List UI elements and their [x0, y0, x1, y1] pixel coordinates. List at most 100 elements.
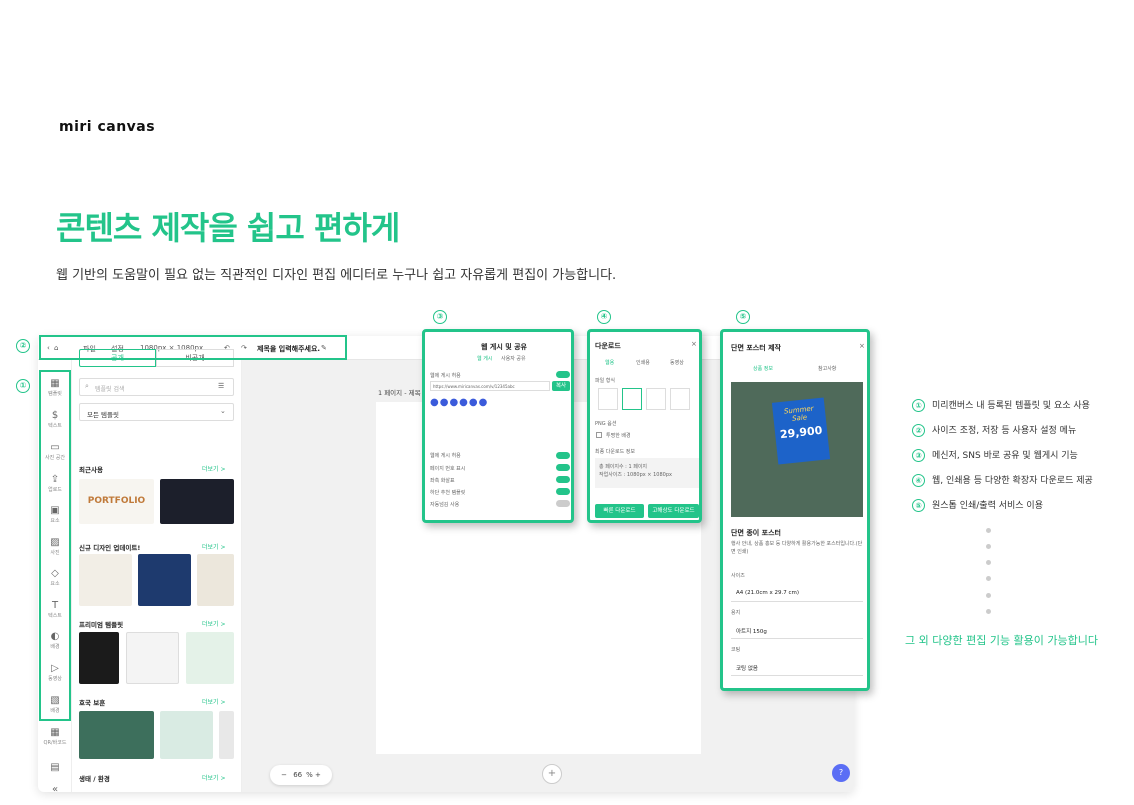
divider-dot: [986, 528, 991, 533]
search-icon: ⌕: [85, 382, 89, 390]
tab-user-share[interactable]: 사용자 공유: [501, 355, 526, 362]
coating-select[interactable]: 코팅 없음: [731, 658, 863, 676]
download-info-pages: 총 페이지수 : 1 페이지: [599, 464, 648, 470]
fast-download-button[interactable]: 빠른 다운로드: [595, 504, 644, 518]
section-new: 신규 디자인 업데이트!: [79, 544, 141, 552]
zoom-unit: %: [306, 771, 313, 779]
headline: 콘텐츠 제작을 쉽고 편하게: [56, 209, 400, 247]
option-label: 하단 추천 템플릿: [430, 490, 466, 496]
more-link-eco[interactable]: 더보기 >: [202, 773, 226, 782]
marker-5: ⑤: [736, 310, 750, 324]
product-desc: 행사 안내, 상품 홍보 등 다양하게 활용가능한 포스터입니다.(단면 인쇄): [731, 541, 863, 555]
file-type-label: 파일 형식: [595, 378, 615, 384]
template-thumb-portfolio[interactable]: PORTFOLIO: [79, 479, 154, 524]
zoom-control[interactable]: − 66% +: [270, 765, 332, 785]
tab-product-info[interactable]: 상품 정보: [753, 365, 773, 372]
option-label: 페이지 번호 표시: [430, 466, 466, 472]
template-thumb[interactable]: [160, 711, 213, 759]
marker-3: ③: [433, 310, 447, 324]
zoom-out-icon[interactable]: −: [281, 771, 287, 779]
help-button[interactable]: ?: [832, 764, 850, 782]
file-type-option-selected[interactable]: [622, 388, 642, 410]
option-label: 좌측 화살표: [430, 478, 455, 484]
promo-price: 29,900: [779, 423, 823, 442]
filter-icon[interactable]: ☰: [218, 382, 224, 390]
legend-item-2: ② 사이즈 조정, 저장 등 사용자 설정 메뉴: [912, 423, 1076, 437]
template-thumb[interactable]: [197, 554, 234, 606]
template-thumb-dark[interactable]: [160, 479, 234, 524]
template-thumb[interactable]: [138, 554, 191, 606]
option-toggle[interactable]: [556, 500, 570, 507]
transparent-checkbox[interactable]: [596, 432, 602, 438]
collapse-icon[interactable]: «: [38, 784, 72, 792]
more-features-text: 그 외 다양한 편집 기능 활용이 가능합니다: [905, 634, 1099, 647]
template-filter-select[interactable]: 모든 템플릿: [79, 403, 234, 421]
template-thumb[interactable]: [126, 632, 179, 684]
divider-dot: [986, 560, 991, 565]
highlight-rail: [39, 370, 71, 721]
tab-web-publish[interactable]: 웹 게시: [477, 355, 492, 362]
file-type-option[interactable]: [670, 388, 690, 410]
zoom-in-icon[interactable]: +: [315, 771, 321, 779]
template-thumb[interactable]: [79, 632, 119, 684]
option-toggle[interactable]: [556, 476, 570, 483]
divider-dot: [986, 576, 991, 581]
product-name: 단면 종이 포스터: [731, 529, 781, 537]
more-link-new[interactable]: 더보기 >: [202, 542, 226, 551]
paper-label: 용지: [731, 610, 741, 616]
sns-icons[interactable]: ●●●●●●: [430, 397, 488, 408]
download-title: 다운로드: [595, 342, 621, 350]
copy-button[interactable]: 복사: [552, 381, 570, 391]
section-recent: 최근사용: [79, 466, 103, 474]
close-icon[interactable]: ×: [691, 340, 697, 348]
tab-print[interactable]: 인쇄용: [636, 359, 650, 366]
download-info-title: 최종 다운로드 정보: [595, 449, 635, 455]
logo: miri canvas: [59, 119, 156, 135]
legend-marker: ③: [912, 449, 925, 462]
option-label: 자동넘김 사용: [430, 502, 460, 508]
legend-item-3: ③ 메신저, SNS 바로 공유 및 웹게시 기능: [912, 448, 1078, 462]
divider-dot: [986, 593, 991, 598]
more-link-premium[interactable]: 더보기 >: [202, 619, 226, 628]
add-page-button[interactable]: +: [542, 764, 562, 784]
more-link-recent[interactable]: 더보기 >: [202, 464, 226, 473]
transparent-label: 투명한 배경: [606, 433, 631, 439]
template-search-input[interactable]: 템플릿 검색: [79, 378, 234, 396]
tab-video[interactable]: 동영상: [670, 359, 684, 366]
template-thumb[interactable]: [79, 554, 132, 606]
rail-qr[interactable]: ▦ QR/바코드: [38, 727, 72, 746]
tab-web[interactable]: 웹용: [605, 359, 614, 366]
page-label: 1 페이지 - 제목: [378, 389, 421, 397]
template-thumb[interactable]: [219, 711, 234, 759]
option-toggle[interactable]: [556, 464, 570, 471]
marker-4: ④: [597, 310, 611, 324]
size-label: 사이즈: [731, 573, 745, 579]
section-premium: 프리미엄 템플릿: [79, 621, 124, 629]
legend-item-1: ① 미리캔버스 내 등록된 템플릿 및 요소 사용: [912, 398, 1090, 412]
qr-icon: ▦: [50, 727, 60, 738]
subline: 웹 기반의 도움말이 필요 없는 직관적인 디자인 편집 에디터로 누구나 쉽고…: [56, 268, 617, 283]
template-thumb[interactable]: [186, 632, 234, 684]
chevron-down-icon: ⌄: [220, 407, 226, 415]
share-url-field[interactable]: https://www.miricanvas.com/v/12345abc: [430, 381, 550, 391]
file-type-option[interactable]: [598, 388, 618, 410]
publish-toggle[interactable]: [556, 371, 570, 378]
paper-select[interactable]: 아트지 150g: [731, 621, 863, 639]
legend-marker: ②: [912, 424, 925, 437]
section-patriot: 호국 보훈: [79, 699, 106, 707]
file-type-option[interactable]: [646, 388, 666, 410]
more-link-patriot[interactable]: 더보기 >: [202, 697, 226, 706]
rail-more[interactable]: ▤: [38, 762, 72, 774]
legend-marker: ④: [912, 474, 925, 487]
option-toggle[interactable]: [556, 488, 570, 495]
template-thumb[interactable]: [79, 711, 154, 759]
size-select[interactable]: A4 (21.0cm x 29.7 cm): [731, 584, 863, 602]
legend-marker: ⑤: [912, 499, 925, 512]
share-title: 웹 게시 및 공유: [481, 343, 527, 351]
option-toggle[interactable]: [556, 452, 570, 459]
tab-notes[interactable]: 참고사항: [818, 365, 836, 372]
print-dialog: 단면 포스터 제작 × 상품 정보 참고사항 Summer Sale 29,90…: [720, 329, 870, 691]
hq-download-button[interactable]: 고해상도 다운로드: [648, 504, 699, 518]
close-icon[interactable]: ×: [859, 342, 865, 350]
divider-dot: [986, 544, 991, 549]
